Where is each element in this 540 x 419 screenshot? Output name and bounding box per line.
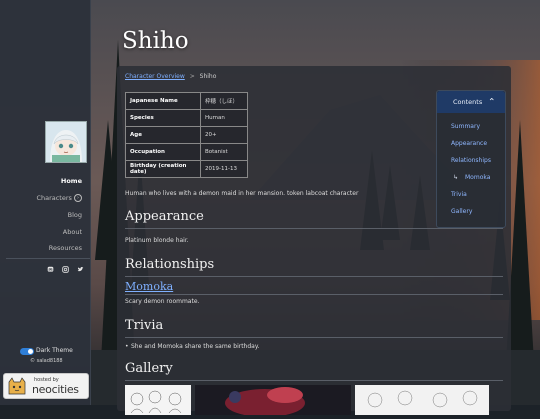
infobox-key: Age — [125, 126, 201, 144]
summary-text: Human who lives with a demon maid in her… — [125, 190, 359, 197]
copyright-text: © salad8188 — [30, 358, 63, 364]
toc-trivia[interactable]: Trivia — [451, 191, 467, 198]
infobox-key: Birthday (creation date) — [125, 160, 201, 178]
infobox-key: Species — [125, 109, 201, 127]
relationship-link-momoka[interactable]: Momoka — [125, 280, 173, 293]
toc-relationships[interactable]: Relationships — [451, 157, 491, 164]
relationship-text: Scary demon roommate. — [125, 298, 200, 305]
trivia-item: She and Momoka share the same birthday. — [125, 343, 259, 350]
contents-title: Contents — [453, 98, 483, 106]
gallery-thumbnail-sketch-2[interactable] — [355, 385, 489, 415]
neocities-cat-icon — [8, 377, 26, 395]
breadcrumb-parent-link[interactable]: Character Overview — [125, 73, 185, 80]
instagram-icon[interactable] — [62, 266, 69, 275]
nav-about[interactable]: About — [63, 228, 82, 236]
infobox-row: Japanese Name 枠穂（しほ） — [125, 92, 248, 110]
nav-characters-label: Characters — [36, 194, 72, 202]
sidebar-divider — [6, 258, 90, 259]
section-rule — [125, 380, 503, 381]
toc-gallery[interactable]: Gallery — [451, 208, 472, 215]
infobox-value: 枠穂（しほ） — [200, 92, 248, 110]
subitem-arrow-icon: ↳ — [453, 174, 459, 181]
neocities-badge-text: neocities — [32, 383, 79, 396]
neocities-badge[interactable]: hosted by neocities — [3, 373, 89, 399]
mastodon-icon[interactable] — [47, 266, 54, 275]
toc-appearance[interactable]: Appearance — [451, 140, 487, 147]
nav-resources[interactable]: Resources — [49, 244, 82, 252]
relationships-heading: Relationships — [125, 257, 215, 272]
infobox-row: Occupation Botanist — [125, 143, 248, 161]
infobox-value: Human — [200, 109, 248, 127]
twitter-icon[interactable] — [77, 266, 84, 275]
dark-theme-toggle[interactable] — [20, 348, 34, 355]
gallery-thumbnail-sketch[interactable] — [125, 385, 191, 415]
sidebar: Home Characters › Blog About Resources D… — [0, 0, 91, 405]
appearance-text: Platinum blonde hair. — [125, 237, 189, 244]
infobox-value: 2019-11-13 — [200, 160, 248, 178]
gallery-thumbnail-dark-art[interactable] — [195, 385, 351, 417]
section-rule — [125, 228, 503, 229]
infobox-key: Japanese Name — [125, 92, 201, 110]
section-rule — [125, 337, 503, 338]
nav-home[interactable]: Home — [61, 177, 82, 185]
table-of-contents: Contents ⌄ Summary Appearance Relationsh… — [436, 90, 506, 228]
breadcrumb-separator: > — [189, 73, 195, 80]
infobox-value: Botanist — [200, 143, 248, 161]
avatar — [45, 121, 87, 163]
infobox-row: Species Human — [125, 109, 248, 127]
infobox-key: Occupation — [125, 143, 201, 161]
contents-header[interactable]: Contents ⌄ — [437, 91, 505, 113]
toc-momoka[interactable]: Momoka — [465, 174, 490, 181]
infobox-row: Birthday (creation date) 2019-11-13 — [125, 160, 248, 178]
page-title: Shiho — [122, 28, 189, 54]
breadcrumb: Character Overview > Shiho — [125, 73, 216, 80]
section-rule — [125, 276, 503, 277]
infobox-value: 20+ — [200, 126, 248, 144]
nav-blog[interactable]: Blog — [68, 211, 82, 219]
breadcrumb-current: Shiho — [199, 73, 217, 80]
chevron-up-icon[interactable]: ⌄ — [488, 95, 496, 105]
character-infobox: Japanese Name 枠穂（しほ） Species Human Age 20+ … — [125, 92, 248, 178]
gallery-heading: Gallery — [125, 361, 173, 376]
chevron-circle-icon: › — [74, 194, 82, 202]
infobox-row: Age 20+ — [125, 126, 248, 144]
section-rule — [125, 294, 503, 295]
dark-theme-label: Dark Theme — [36, 347, 73, 354]
toc-summary[interactable]: Summary — [451, 123, 480, 130]
trivia-heading: Trivia — [125, 318, 164, 333]
nav-characters[interactable]: Characters › — [36, 194, 82, 202]
appearance-heading: Appearance — [125, 209, 204, 224]
